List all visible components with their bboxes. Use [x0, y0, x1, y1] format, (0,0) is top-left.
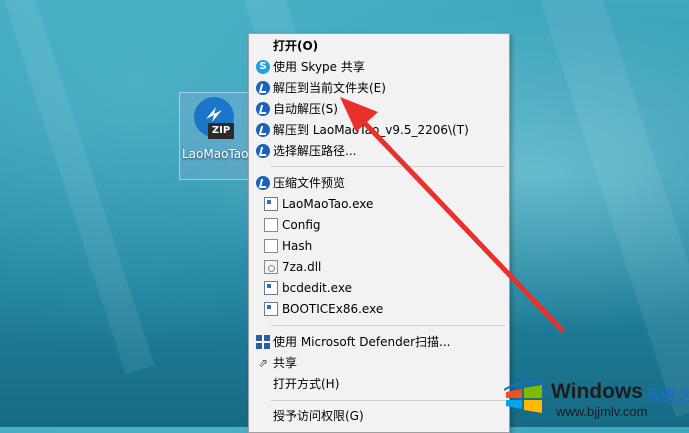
annotation-arrow	[340, 97, 565, 333]
watermark-url: www.bjjmlv.com	[556, 404, 648, 419]
watermark-site-name: 系统之家	[646, 387, 689, 405]
watermark: Windows 系统之家 www.bjjmlv.com	[496, 370, 689, 427]
watermark-brand: Windows	[551, 380, 643, 403]
windows-logo-icon	[504, 381, 544, 413]
